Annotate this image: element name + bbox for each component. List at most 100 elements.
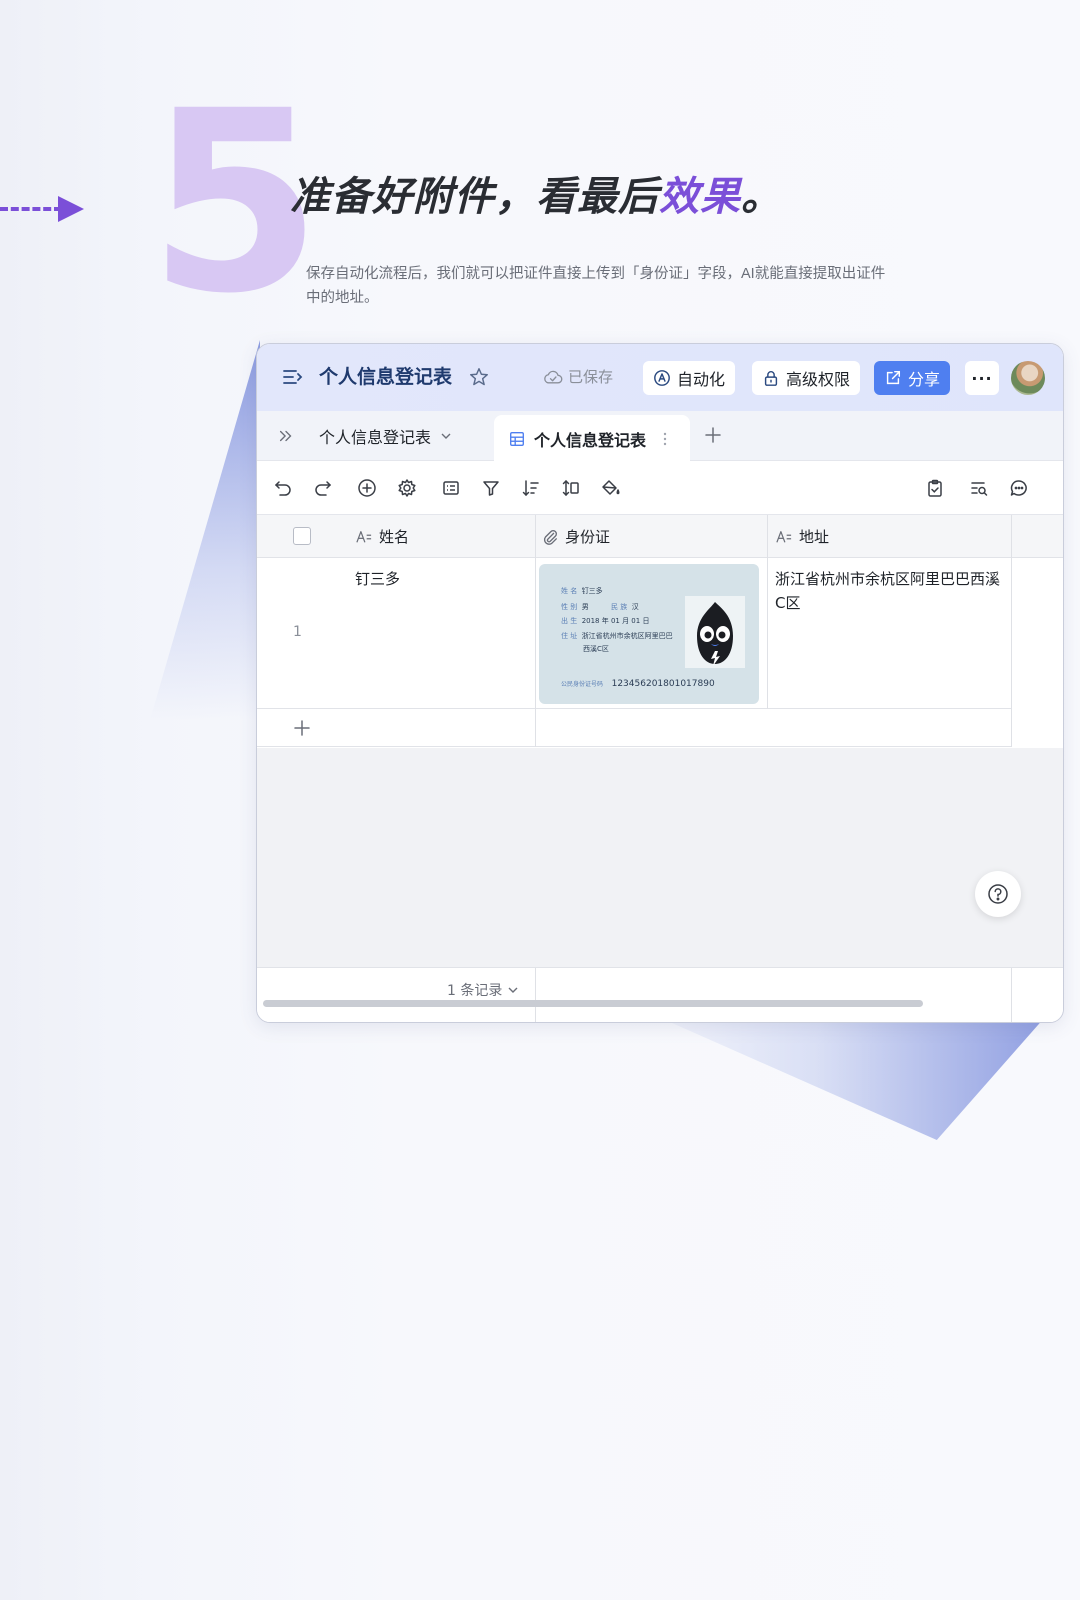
id-address-label: 住 址 [561, 632, 578, 640]
automation-button[interactable]: 自动化 [643, 361, 736, 395]
sort-icon[interactable] [521, 478, 541, 498]
column-divider [535, 558, 536, 709]
decorative-shadow-left [150, 340, 260, 720]
column-label-name: 姓名 [379, 528, 410, 546]
add-tab-icon[interactable] [703, 425, 723, 445]
share-button[interactable]: 分享 [874, 361, 951, 395]
automation-label: 自动化 [677, 370, 726, 389]
grid-header-row: 姓名 身份证 地址 [257, 515, 1063, 558]
menu-collapse-icon[interactable] [281, 365, 305, 389]
column-label-address: 地址 [799, 528, 830, 546]
share-external-icon [884, 369, 902, 387]
headline-main: 准备好附件，看最后 [290, 174, 659, 220]
document-title[interactable]: 个人信息登记表 [319, 362, 452, 389]
add-record-icon[interactable] [357, 478, 377, 498]
tab-active-table[interactable]: 个人信息登记表 [494, 415, 690, 462]
tab-active-label: 个人信息登记表 [534, 430, 647, 450]
paperclip-icon [541, 528, 559, 546]
share-label: 分享 [908, 370, 941, 389]
question-icon [987, 883, 1009, 905]
column-divider [535, 709, 536, 747]
id-birth-value: 2018 年 01 月 01 日 [581, 617, 650, 625]
text-field-icon [775, 529, 793, 545]
column-divider [1011, 515, 1012, 558]
id-gender-value: 男 [581, 603, 589, 611]
row-index: 1 [293, 624, 302, 640]
headline-end: 。 [741, 174, 782, 220]
user-avatar[interactable] [1011, 361, 1045, 395]
saved-status: 已保存 [543, 366, 613, 387]
tab-menu-icon[interactable] [662, 431, 668, 447]
column-label-id-card: 身份证 [565, 528, 611, 546]
id-name-label: 姓 名 [561, 587, 578, 595]
tab-parent-table[interactable]: 个人信息登记表 [319, 424, 453, 448]
id-gender-label: 性 别 [561, 603, 578, 611]
id-ethnicity-label: 民 族 [611, 603, 628, 611]
column-divider [767, 558, 768, 709]
lock-icon [762, 369, 780, 387]
add-row-bar [257, 709, 1012, 747]
id-photo-mascot-icon [685, 596, 745, 668]
view-list-icon[interactable] [441, 478, 461, 498]
record-count[interactable]: 1 条记录 [447, 980, 519, 1000]
filter-icon[interactable] [481, 478, 501, 498]
saved-label: 已保存 [568, 368, 614, 386]
clipboard-check-icon[interactable] [925, 478, 945, 498]
table-row[interactable]: 1 钉三多 姓 名 钉三多 性 别 男 民 族 汉 出 生 2018 年 01 … [257, 558, 1012, 709]
horizontal-scrollbar[interactable] [263, 1000, 923, 1007]
cell-address[interactable]: 浙江省杭州市余杭区阿里巴巴西溪C区 [775, 567, 1001, 615]
cloud-check-icon [543, 369, 563, 385]
id-address-line1: 浙江省杭州市余杭区阿里巴巴 [581, 632, 673, 640]
grid-empty-area [257, 748, 1063, 967]
dashed-arrow-line [0, 207, 62, 211]
text-field-icon [355, 529, 373, 545]
redo-icon[interactable] [313, 478, 333, 498]
star-icon[interactable] [468, 366, 490, 388]
help-button[interactable] [975, 871, 1021, 917]
column-divider [1011, 968, 1012, 1022]
column-header-id-card[interactable]: 身份证 [541, 515, 610, 558]
app-window: 个人信息登记表 已保存 自动化 高级权限 分享 ··· 个人信息登记表 个人信息… [256, 343, 1064, 1023]
column-header-address[interactable]: 地址 [775, 515, 829, 558]
id-ethnicity-value: 汉 [631, 603, 639, 611]
id-card-attachment[interactable]: 姓 名 钉三多 性 别 男 民 族 汉 出 生 2018 年 01 月 01 日… [539, 564, 759, 704]
row-height-icon[interactable] [561, 478, 581, 498]
automation-icon [653, 369, 671, 387]
comment-icon[interactable] [1009, 478, 1029, 498]
chevron-down-icon [507, 984, 519, 996]
search-list-icon[interactable] [969, 478, 989, 498]
chevron-down-icon [439, 429, 453, 443]
grid-footer: 1 条记录 [257, 967, 1063, 1022]
id-name-value: 钉三多 [581, 587, 603, 595]
column-divider [767, 515, 768, 558]
add-row-icon[interactable] [293, 719, 311, 737]
table-grid-icon [508, 430, 526, 448]
id-number-value: 123456201801017890 [611, 679, 715, 689]
paint-bucket-icon[interactable] [601, 478, 621, 498]
column-divider [535, 515, 536, 558]
gear-icon[interactable] [397, 478, 417, 498]
tab-bar: 个人信息登记表 个人信息登记表 [257, 411, 1063, 462]
select-all-checkbox[interactable] [293, 527, 311, 545]
step-headline: 准备好附件，看最后效果。 [290, 164, 782, 222]
headline-accent: 效果 [659, 174, 741, 220]
step-description: 保存自动化流程后，我们就可以把证件直接上传到「身份证」字段，AI就能直接提取出证… [306, 266, 886, 306]
record-count-label: 1 条记录 [447, 983, 503, 999]
column-header-name[interactable]: 姓名 [355, 515, 409, 558]
more-options-button[interactable]: ··· [965, 361, 999, 395]
id-birth-label: 出 生 [561, 617, 578, 625]
column-divider [1011, 558, 1012, 709]
title-bar: 个人信息登记表 已保存 自动化 高级权限 分享 ··· [257, 344, 1063, 411]
id-number-label: 公民身份证号码 [561, 681, 604, 688]
tab-parent-label: 个人信息登记表 [319, 428, 432, 447]
advanced-permission-button[interactable]: 高级权限 [752, 361, 861, 395]
cell-name[interactable]: 钉三多 [355, 568, 400, 589]
permission-label: 高级权限 [786, 370, 851, 389]
id-address-line2: 西溪C区 [583, 645, 609, 653]
arrow-head-icon [58, 196, 84, 222]
column-divider [535, 968, 536, 1022]
expand-sidebar-icon[interactable] [277, 427, 295, 445]
column-divider [1011, 709, 1012, 747]
grid-toolbar [257, 461, 1063, 515]
undo-icon[interactable] [273, 478, 293, 498]
